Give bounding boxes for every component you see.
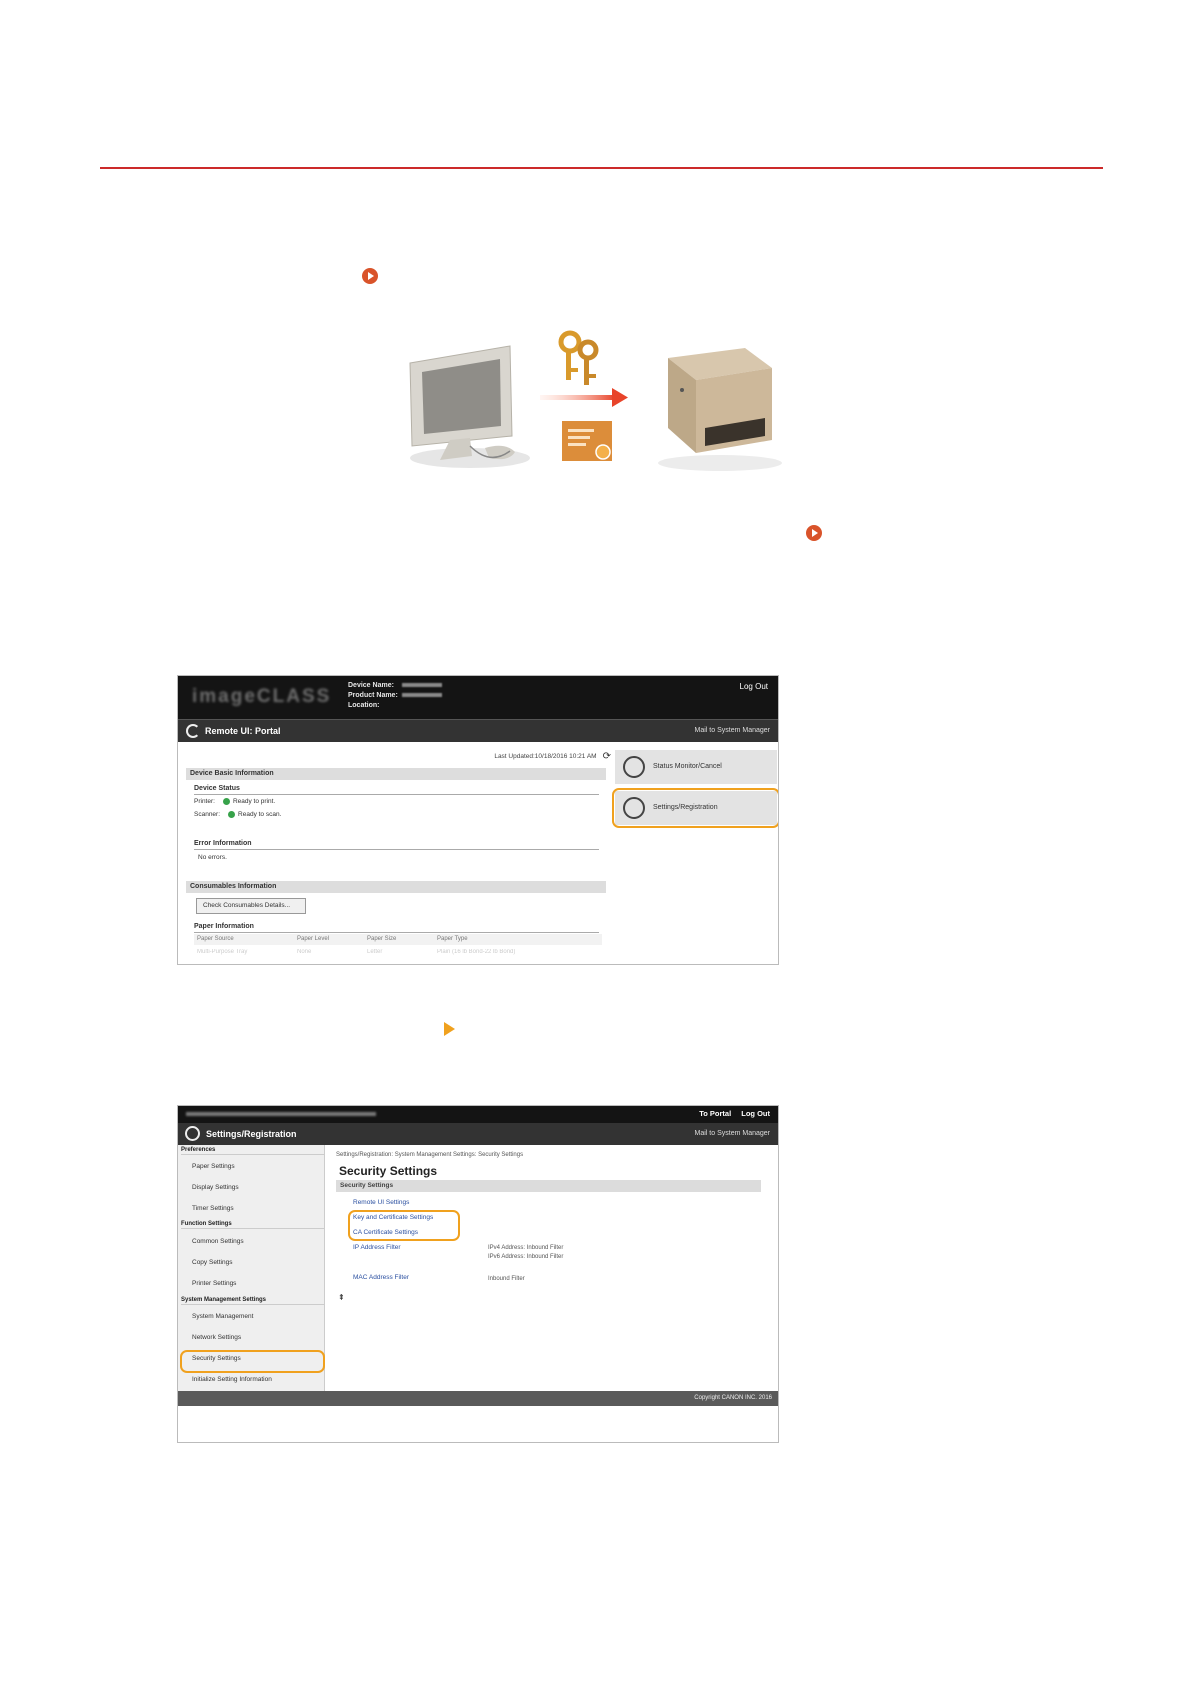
status-ok-icon	[228, 811, 236, 818]
remote-ui-settings-link[interactable]: Remote UI Settings	[353, 1199, 409, 1206]
status-monitor-button[interactable]: Status Monitor/Cancel	[615, 750, 777, 784]
settings-title: Settings/Registration	[206, 1129, 297, 1139]
device-info: Device Name: Product Name: Location:	[348, 681, 442, 711]
page-title: Security Settings	[339, 1164, 438, 1178]
portal-icon	[186, 724, 200, 738]
paper-table-header: Paper Source Paper Level Paper Size Pape…	[194, 934, 602, 945]
redacted-device-path	[186, 1112, 376, 1116]
error-info-heading: Error Information	[194, 840, 252, 847]
sidebar-item-copy-settings[interactable]: Copy Settings	[192, 1259, 232, 1266]
ip-filter-description: IPv4 Address: Inbound Filter IPv6 Addres…	[488, 1245, 564, 1260]
error-text: No errors.	[198, 854, 227, 861]
redacted-value	[402, 693, 442, 698]
divider	[194, 794, 599, 795]
printer-status-row: Printer: Ready to print.	[194, 798, 276, 806]
portal-title: Remote UI: Portal	[205, 726, 281, 736]
scroll-top-icon[interactable]: ⇞	[338, 1293, 345, 1302]
mac-address-filter-link[interactable]: MAC Address Filter	[353, 1274, 409, 1281]
paper-info-heading: Paper Information	[194, 923, 254, 930]
mail-to-manager-link[interactable]: Mail to System Manager	[695, 1130, 770, 1137]
divider	[194, 849, 599, 850]
section-divider	[100, 167, 1103, 169]
settings-icon	[185, 1126, 200, 1141]
status-ok-icon	[222, 798, 230, 805]
location-label: Location:	[348, 702, 380, 709]
sidebar-item-display-settings[interactable]: Display Settings	[192, 1184, 239, 1191]
certificate-illustration	[409, 330, 782, 471]
portal-main: Last Updated:10/18/2016 10:21 AM ⟳ Device…	[186, 748, 611, 964]
sidebar-item-network-settings[interactable]: Network Settings	[192, 1334, 241, 1341]
device-status-heading: Device Status	[194, 785, 240, 792]
sidebar-item-initialize-setting-information[interactable]: Initialize Setting Information	[192, 1376, 272, 1383]
sidebar-item-system-management[interactable]: System Management	[192, 1313, 253, 1320]
sidebar-item-paper-settings[interactable]: Paper Settings	[192, 1163, 235, 1170]
product-logo: imageCLASS	[192, 686, 332, 707]
reference-link-icon[interactable]	[806, 525, 822, 541]
check-consumables-button[interactable]: Check Consumables Details...	[196, 898, 306, 914]
sidebar-section-system-management-settings: System Management Settings	[181, 1297, 324, 1305]
certificate-icon	[562, 421, 612, 461]
arrow-right-icon	[540, 388, 628, 407]
breadcrumb: Settings/Registration: System Management…	[336, 1152, 524, 1158]
header-links: To Portal Log Out	[691, 1109, 770, 1118]
copyright: Copyright CANON INC. 2016	[694, 1395, 772, 1401]
mail-to-manager-link[interactable]: Mail to System Manager	[695, 727, 770, 734]
sidebar-item-printer-settings[interactable]: Printer Settings	[192, 1280, 236, 1287]
sidebar-item-timer-settings[interactable]: Timer Settings	[192, 1205, 234, 1212]
section-header: Security Settings	[336, 1180, 761, 1192]
sidebar-item-common-settings[interactable]: Common Settings	[192, 1238, 244, 1245]
ip-address-filter-link[interactable]: IP Address Filter	[353, 1244, 401, 1251]
device-basic-info-header: Device Basic Information	[186, 768, 606, 780]
settings-header: To Portal Log Out	[178, 1106, 778, 1123]
scanner-status-row: Scanner: Ready to scan.	[194, 811, 282, 819]
keys-icon	[558, 330, 599, 385]
highlight-security-settings	[180, 1350, 325, 1373]
sidebar-section-function-settings: Function Settings	[181, 1221, 324, 1229]
device-name-label: Device Name:	[348, 682, 394, 689]
redacted-value	[402, 683, 442, 688]
remote-ui-portal-screenshot: imageCLASS Device Name: Product Name: Lo…	[177, 675, 779, 965]
highlight-settings-button	[612, 788, 778, 828]
portal-title-bar: Remote UI: Portal Mail to System Manager	[178, 719, 778, 742]
highlight-certificate-links	[348, 1210, 460, 1241]
logout-link[interactable]: Log Out	[741, 1109, 770, 1118]
mac-filter-description: Inbound Filter	[488, 1276, 525, 1282]
sidebar-section-preferences: Preferences	[181, 1147, 324, 1155]
refresh-icon[interactable]: ⟳	[603, 751, 611, 762]
to-portal-link[interactable]: To Portal	[699, 1109, 731, 1118]
logout-link[interactable]: Log Out	[740, 682, 768, 691]
settings-title-bar: Settings/Registration Mail to System Man…	[178, 1123, 778, 1145]
step-arrow-icon	[444, 1022, 455, 1036]
consumables-info-header: Consumables Information	[186, 881, 606, 893]
reference-link-icon[interactable]	[362, 268, 378, 284]
settings-registration-screenshot: To Portal Log Out Settings/Registration …	[177, 1105, 779, 1443]
table-row: Multi-Purpose Tray None Letter Plain (16…	[197, 949, 516, 955]
divider	[194, 932, 599, 933]
product-name-label: Product Name:	[348, 692, 398, 699]
portal-header: imageCLASS Device Name: Product Name: Lo…	[178, 676, 778, 719]
computer-icon	[409, 345, 530, 468]
printer-icon	[658, 348, 782, 471]
last-updated: Last Updated:10/18/2016 10:21 AM ⟳	[494, 751, 611, 762]
eye-icon	[623, 756, 645, 778]
settings-footer: Copyright CANON INC. 2016	[178, 1391, 778, 1406]
